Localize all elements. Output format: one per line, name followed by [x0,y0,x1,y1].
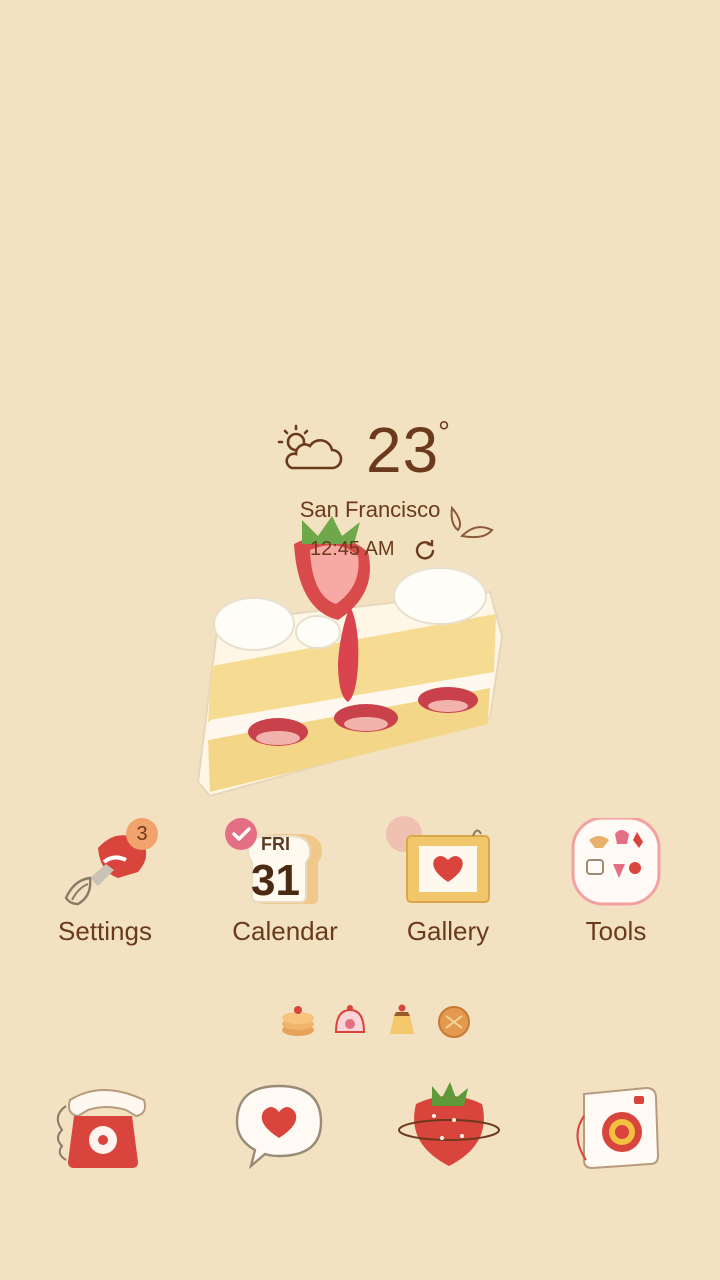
partly-cloudy-icon [277,424,343,470]
refresh-icon[interactable] [414,538,436,560]
app-label-tools: Tools [585,916,647,946]
dock-camera[interactable] [562,1076,672,1176]
calendar-day: FRI [261,834,290,854]
app-tools-folder[interactable]: Tools [526,818,706,978]
calendar-date: 31 [251,856,300,905]
temperature: 23 [366,414,440,486]
weather-time: 12:45 AM [310,538,395,560]
check-badge-icon [225,818,257,850]
phone-icon [56,1089,146,1168]
camera-icon [576,1086,660,1170]
pancake-icon [282,1006,314,1036]
strawberry-store-icon [398,1082,500,1166]
dock-store[interactable] [394,1076,504,1176]
cake-roll-icon [334,1005,366,1033]
app-calendar[interactable]: FRI 31 Calendar [195,818,375,978]
notification-badge: 3 [126,818,158,850]
app-label-calendar: Calendar [232,916,338,946]
dock-messages[interactable] [224,1076,334,1176]
pudding-icon [390,1004,414,1034]
message-icon [235,1084,323,1170]
cookie-icon [438,1006,470,1038]
app-gallery[interactable]: Gallery [358,816,538,978]
weather-city: San Francisco [299,497,441,522]
app-label-settings: Settings [58,916,152,946]
tools-folder-icon [571,818,661,906]
dock-phone[interactable] [48,1076,158,1176]
app-settings[interactable]: 3 Settings [15,818,195,978]
degree-symbol: ° [438,416,450,449]
picture-frame-heart-icon [406,829,490,903]
page-indicator[interactable] [0,1000,720,1044]
app-label-gallery: Gallery [406,916,490,946]
